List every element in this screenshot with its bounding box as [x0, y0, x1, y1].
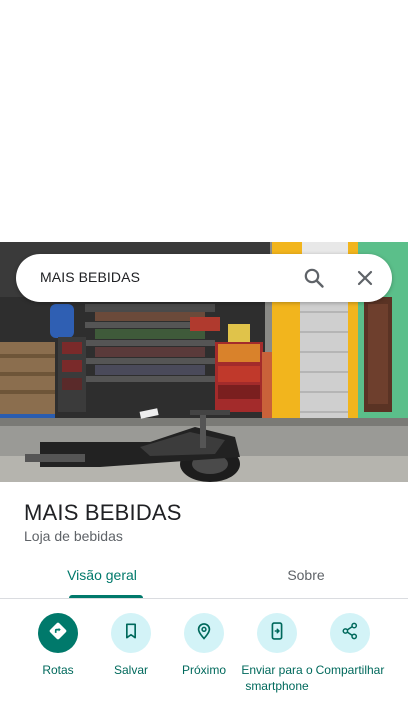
- nearby-button-circle: [184, 613, 224, 653]
- nearby-label: Próximo: [181, 663, 226, 677]
- save-button[interactable]: Salvar: [93, 610, 169, 678]
- action-buttons: Rotas Salvar Próximo Enviar para o smart…: [0, 610, 408, 720]
- active-tab-indicator: [69, 595, 143, 598]
- bookmark-icon: [121, 621, 141, 646]
- search-icon[interactable]: [302, 266, 326, 290]
- send-to-phone-button[interactable]: Enviar para o smartphone: [239, 610, 315, 694]
- directions-button-circle: [38, 613, 78, 653]
- tab-bar: Visão geral Sobre: [0, 553, 408, 599]
- nearby-button[interactable]: Próximo: [166, 610, 242, 678]
- share-button-circle: [330, 613, 370, 653]
- share-icon: [340, 621, 360, 646]
- tab-overview-label: Visão geral: [67, 567, 137, 583]
- search-bar[interactable]: MAIS BEBIDAS: [16, 254, 392, 302]
- search-input[interactable]: MAIS BEBIDAS: [40, 269, 140, 285]
- directions-label: Rotas: [42, 663, 74, 677]
- send-to-phone-label: Enviar para o smartphone: [241, 663, 313, 693]
- place-category[interactable]: Loja de bebidas: [24, 528, 123, 544]
- map-area-blank: [0, 0, 408, 242]
- share-label: Compartilhar: [315, 663, 385, 677]
- directions-icon: [47, 620, 69, 647]
- nearby-icon: [194, 621, 214, 646]
- directions-button[interactable]: Rotas: [20, 610, 96, 678]
- send-to-phone-button-circle: [257, 613, 297, 653]
- place-panel: MAIS BEBIDAS MAIS BEBIDAS Loja de bebida…: [0, 0, 408, 724]
- save-button-circle: [111, 613, 151, 653]
- tab-overview[interactable]: Visão geral: [0, 553, 204, 598]
- send-to-phone-icon: [267, 621, 287, 646]
- close-icon[interactable]: [353, 266, 377, 290]
- tab-about[interactable]: Sobre: [204, 553, 408, 598]
- tab-about-label: Sobre: [287, 567, 325, 583]
- save-label: Salvar: [113, 663, 148, 677]
- share-button[interactable]: Compartilhar: [312, 610, 388, 678]
- place-title: MAIS BEBIDAS: [24, 500, 182, 525]
